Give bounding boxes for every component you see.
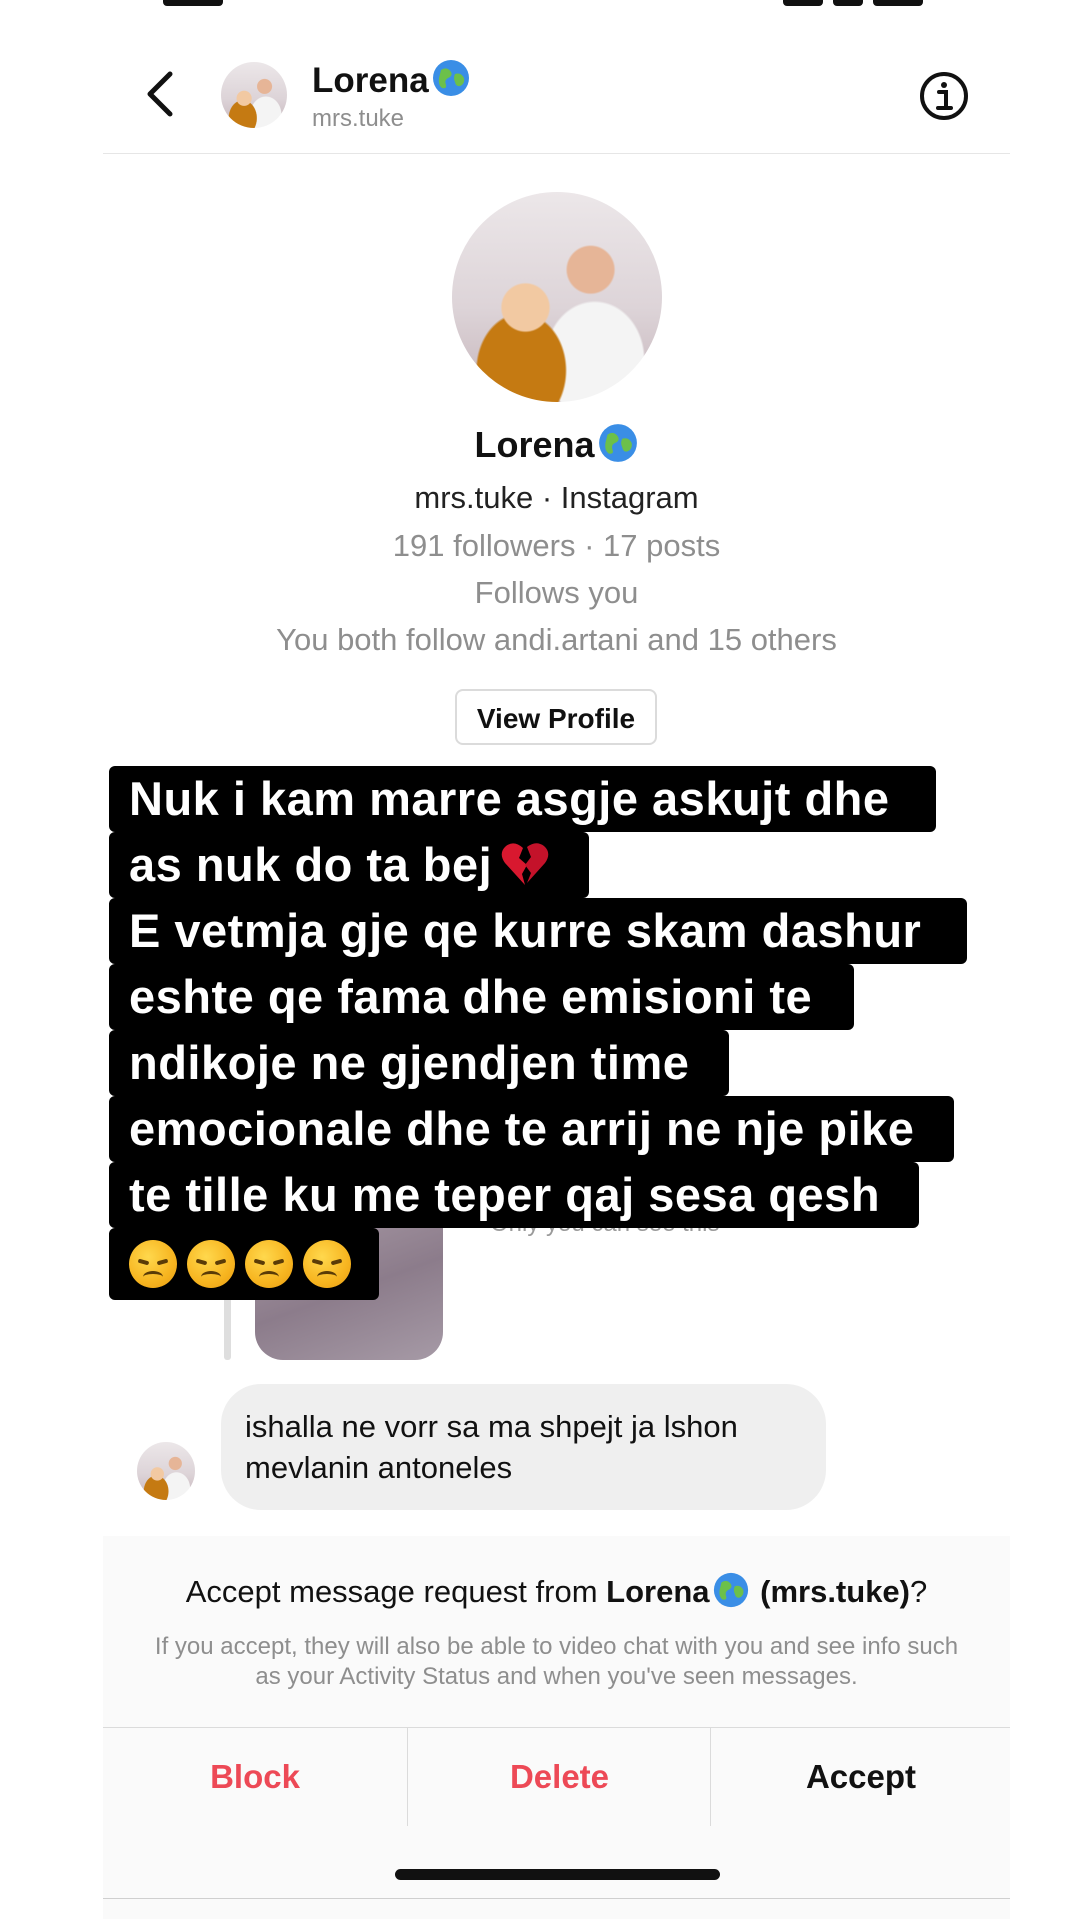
mutual-followers: You both follow andi.artani and 15 other… — [276, 622, 837, 657]
disappointed-face-icon — [187, 1240, 235, 1288]
accept-button[interactable]: Accept — [710, 1728, 1011, 1826]
delete-button[interactable]: Delete — [407, 1728, 711, 1826]
home-indicator[interactable] — [395, 1869, 720, 1880]
follows-you-label: Follows you — [474, 575, 639, 610]
caption-line: emocionale dhe te arrij ne nje pike — [109, 1096, 954, 1162]
caption-line: te tille ku me teper qaj sesa qesh — [109, 1162, 919, 1228]
battery-icon — [873, 0, 923, 6]
globe-icon — [598, 424, 637, 462]
message-bubble[interactable]: ishalla ne vorr sa ma shpejt ja lshon me… — [221, 1384, 826, 1510]
info-button[interactable] — [918, 70, 970, 122]
profile-name: Lorena — [103, 422, 1010, 466]
profile-subtitle: mrs.tuke · Instagram — [414, 480, 699, 515]
request-prompt: Accept message request from Lorena (mrs.… — [103, 1571, 1010, 1610]
globe-icon — [432, 60, 469, 96]
wifi-icon — [833, 0, 863, 6]
header-name[interactable]: Lorena — [312, 58, 471, 101]
header-username: mrs.tuke — [312, 105, 405, 132]
block-button[interactable]: Block — [103, 1728, 407, 1826]
header-avatar[interactable] — [221, 62, 287, 128]
profile-stats: 191 followers · 17 posts — [392, 528, 721, 563]
left-gutter — [0, 0, 103, 1919]
caption-line: as nuk do ta bej — [109, 832, 589, 898]
request-note: If you accept, they will also be able to… — [154, 1633, 959, 1690]
disappointed-face-icon — [245, 1240, 293, 1288]
caption-line: eshte qe fama dhe emisioni te — [109, 964, 854, 1030]
profile-avatar[interactable] — [452, 192, 662, 402]
caption-line: ndikoje ne gjendjen time — [109, 1030, 729, 1096]
caption-line: E vetmja gje qe kurre skam dashur — [109, 898, 967, 964]
back-button[interactable] — [140, 68, 184, 120]
broken-heart-icon — [501, 843, 549, 885]
globe-icon — [713, 1572, 748, 1608]
status-time-fragment — [163, 0, 223, 6]
view-profile-button[interactable]: View Profile — [455, 689, 657, 745]
header-divider — [103, 153, 1010, 154]
disappointed-face-icon — [129, 1240, 177, 1288]
signal-icon — [783, 0, 823, 6]
sender-avatar[interactable] — [137, 1442, 195, 1500]
chevron-left-icon — [147, 71, 173, 117]
info-icon — [920, 72, 968, 120]
bottom-divider — [103, 1898, 1010, 1899]
caption-emoji-line — [109, 1228, 379, 1300]
caption-line: Nuk i kam marre asgje askujt dhe — [109, 766, 936, 832]
disappointed-face-icon — [303, 1240, 351, 1288]
